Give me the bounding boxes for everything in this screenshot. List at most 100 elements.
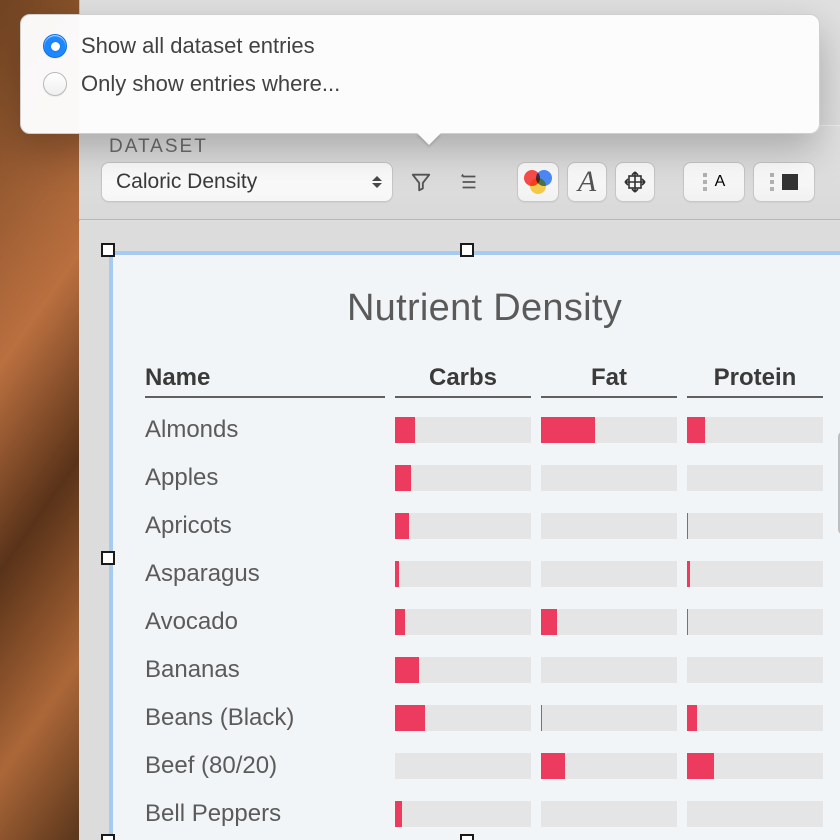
radio-show-where[interactable]: Only show entries where... bbox=[43, 71, 797, 97]
table-row: Bell Peppers bbox=[145, 790, 824, 838]
venn-icon bbox=[524, 170, 552, 194]
table-row: Bananas bbox=[145, 646, 824, 694]
resize-handle[interactable] bbox=[460, 834, 474, 840]
handle-icon bbox=[770, 173, 774, 191]
bar-fill bbox=[395, 513, 409, 539]
cell-bar bbox=[395, 705, 531, 731]
table-row: Asparagus bbox=[145, 550, 824, 598]
font-button[interactable]: A bbox=[567, 162, 607, 202]
cell-bar bbox=[395, 417, 531, 443]
filter-button[interactable] bbox=[401, 162, 441, 202]
cell-bar bbox=[687, 801, 823, 827]
bar-track bbox=[687, 705, 823, 731]
bar-track bbox=[395, 513, 531, 539]
bar-track bbox=[395, 609, 531, 635]
letter-a-icon: A bbox=[715, 173, 726, 191]
bar-fill bbox=[687, 417, 705, 443]
cell-bar bbox=[541, 465, 677, 491]
sort-icon bbox=[458, 171, 480, 193]
bar-fill bbox=[541, 753, 565, 779]
resize-handle[interactable] bbox=[460, 243, 474, 257]
dataset-select[interactable]: Caloric Density bbox=[101, 162, 393, 202]
style-segment-fill bbox=[753, 162, 815, 202]
table-header: Name Carbs Fat Protein bbox=[145, 364, 824, 396]
bar-fill bbox=[395, 801, 402, 827]
cell-name: Beef (80/20) bbox=[145, 752, 385, 780]
radio-icon bbox=[43, 72, 67, 96]
sort-button[interactable] bbox=[449, 162, 489, 202]
bar-track bbox=[687, 561, 823, 587]
bar-track bbox=[687, 465, 823, 491]
bar-fill bbox=[395, 657, 419, 683]
filter-popover: Show all dataset entries Only show entri… bbox=[20, 14, 820, 134]
arrange-button[interactable] bbox=[615, 162, 655, 202]
style-text-button[interactable]: A bbox=[684, 163, 744, 201]
updown-icon bbox=[372, 172, 384, 192]
radio-show-where-label: Only show entries where... bbox=[81, 71, 340, 97]
cell-name: Asparagus bbox=[145, 560, 385, 588]
color-theme-button[interactable] bbox=[517, 162, 559, 202]
cell-bar bbox=[687, 465, 823, 491]
dataset-value: Caloric Density bbox=[116, 170, 257, 194]
col-name: Name bbox=[145, 364, 385, 398]
cell-bar bbox=[395, 561, 531, 587]
bar-track bbox=[541, 609, 677, 635]
cell-bar bbox=[541, 417, 677, 443]
table-row: Beef (80/20) bbox=[145, 742, 824, 790]
bar-track bbox=[687, 513, 823, 539]
bar-fill bbox=[395, 609, 405, 635]
bar-track bbox=[541, 561, 677, 587]
radio-show-all[interactable]: Show all dataset entries bbox=[43, 33, 797, 59]
bar-fill bbox=[687, 513, 688, 539]
bar-fill bbox=[541, 705, 542, 731]
bar-track bbox=[395, 801, 531, 827]
bar-track bbox=[687, 609, 823, 635]
document-frame[interactable]: Nutrient Density Name Carbs Fat Protein … bbox=[109, 251, 840, 840]
cell-name: Bell Peppers bbox=[145, 800, 385, 828]
bar-track bbox=[395, 561, 531, 587]
bar-track bbox=[687, 801, 823, 827]
cell-bar bbox=[541, 609, 677, 635]
bar-fill bbox=[395, 705, 425, 731]
cell-bar bbox=[395, 753, 531, 779]
funnel-icon bbox=[410, 171, 432, 193]
cell-name: Apples bbox=[145, 464, 385, 492]
canvas[interactable]: Nutrient Density Name Carbs Fat Protein … bbox=[79, 221, 840, 840]
resize-handle[interactable] bbox=[101, 834, 115, 840]
col-protein: Protein bbox=[687, 364, 823, 398]
cell-bar bbox=[687, 417, 823, 443]
cell-bar bbox=[395, 609, 531, 635]
bar-track bbox=[541, 657, 677, 683]
radio-icon bbox=[43, 34, 67, 58]
bar-track bbox=[541, 465, 677, 491]
bar-fill bbox=[687, 753, 714, 779]
cell-bar bbox=[395, 513, 531, 539]
cell-bar bbox=[687, 753, 823, 779]
handle-icon bbox=[703, 173, 707, 191]
resize-handle[interactable] bbox=[101, 551, 115, 565]
bar-fill bbox=[395, 465, 411, 491]
bar-track bbox=[541, 753, 677, 779]
radio-show-all-label: Show all dataset entries bbox=[81, 33, 315, 59]
bar-fill bbox=[395, 417, 415, 443]
table-row: Beans (Black) bbox=[145, 694, 824, 742]
bar-fill bbox=[687, 705, 697, 731]
cell-name: Bananas bbox=[145, 656, 385, 684]
cell-bar bbox=[541, 561, 677, 587]
bar-fill bbox=[541, 417, 595, 443]
bar-track bbox=[687, 657, 823, 683]
cell-bar bbox=[395, 657, 531, 683]
bar-track bbox=[395, 657, 531, 683]
table-row: Apricots bbox=[145, 502, 824, 550]
resize-handle[interactable] bbox=[101, 243, 115, 257]
bar-track bbox=[395, 705, 531, 731]
cell-bar bbox=[541, 753, 677, 779]
table-row: Apples bbox=[145, 454, 824, 502]
style-fill-button[interactable] bbox=[754, 163, 814, 201]
typeface-icon: A bbox=[578, 165, 596, 199]
cell-bar bbox=[395, 465, 531, 491]
bar-fill bbox=[687, 609, 688, 635]
cell-bar bbox=[687, 657, 823, 683]
cell-bar bbox=[687, 561, 823, 587]
table-row: Avocado bbox=[145, 598, 824, 646]
